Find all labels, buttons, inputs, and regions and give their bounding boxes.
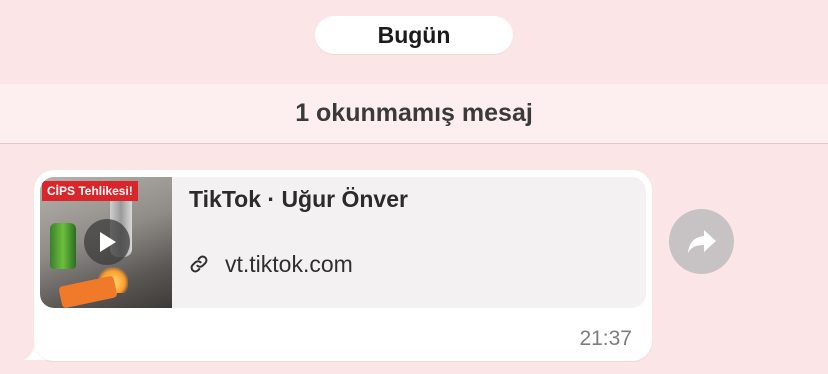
unread-messages-divider: 1 okunmamış mesaj: [0, 84, 828, 144]
play-icon[interactable]: [84, 219, 130, 265]
link-icon: [189, 254, 209, 274]
link-preview-title: TikTok · Uğur Önver: [189, 186, 408, 212]
date-divider-label: Bugün: [377, 21, 451, 48]
unread-messages-label: 1 okunmamış mesaj: [295, 99, 533, 127]
forward-button[interactable]: [669, 209, 734, 274]
link-preview-card[interactable]: CİPS Tehlikesi! TikTok · Uğur Önver vt.t…: [40, 177, 646, 308]
message-bubble[interactable]: CİPS Tehlikesi! TikTok · Uğur Önver vt.t…: [34, 170, 652, 361]
link-url-text: vt.tiktok.com: [225, 250, 353, 277]
link-preview-url[interactable]: vt.tiktok.com: [189, 251, 353, 277]
thumbnail-bottle: [50, 223, 76, 269]
video-thumbnail[interactable]: CİPS Tehlikesi!: [40, 177, 172, 308]
date-divider: Bugün: [315, 16, 513, 54]
message-timestamp: 21:37: [579, 327, 632, 350]
thumbnail-caption: CİPS Tehlikesi!: [42, 181, 138, 201]
thumbnail-chip: [58, 275, 118, 308]
forward-icon: [687, 229, 716, 253]
